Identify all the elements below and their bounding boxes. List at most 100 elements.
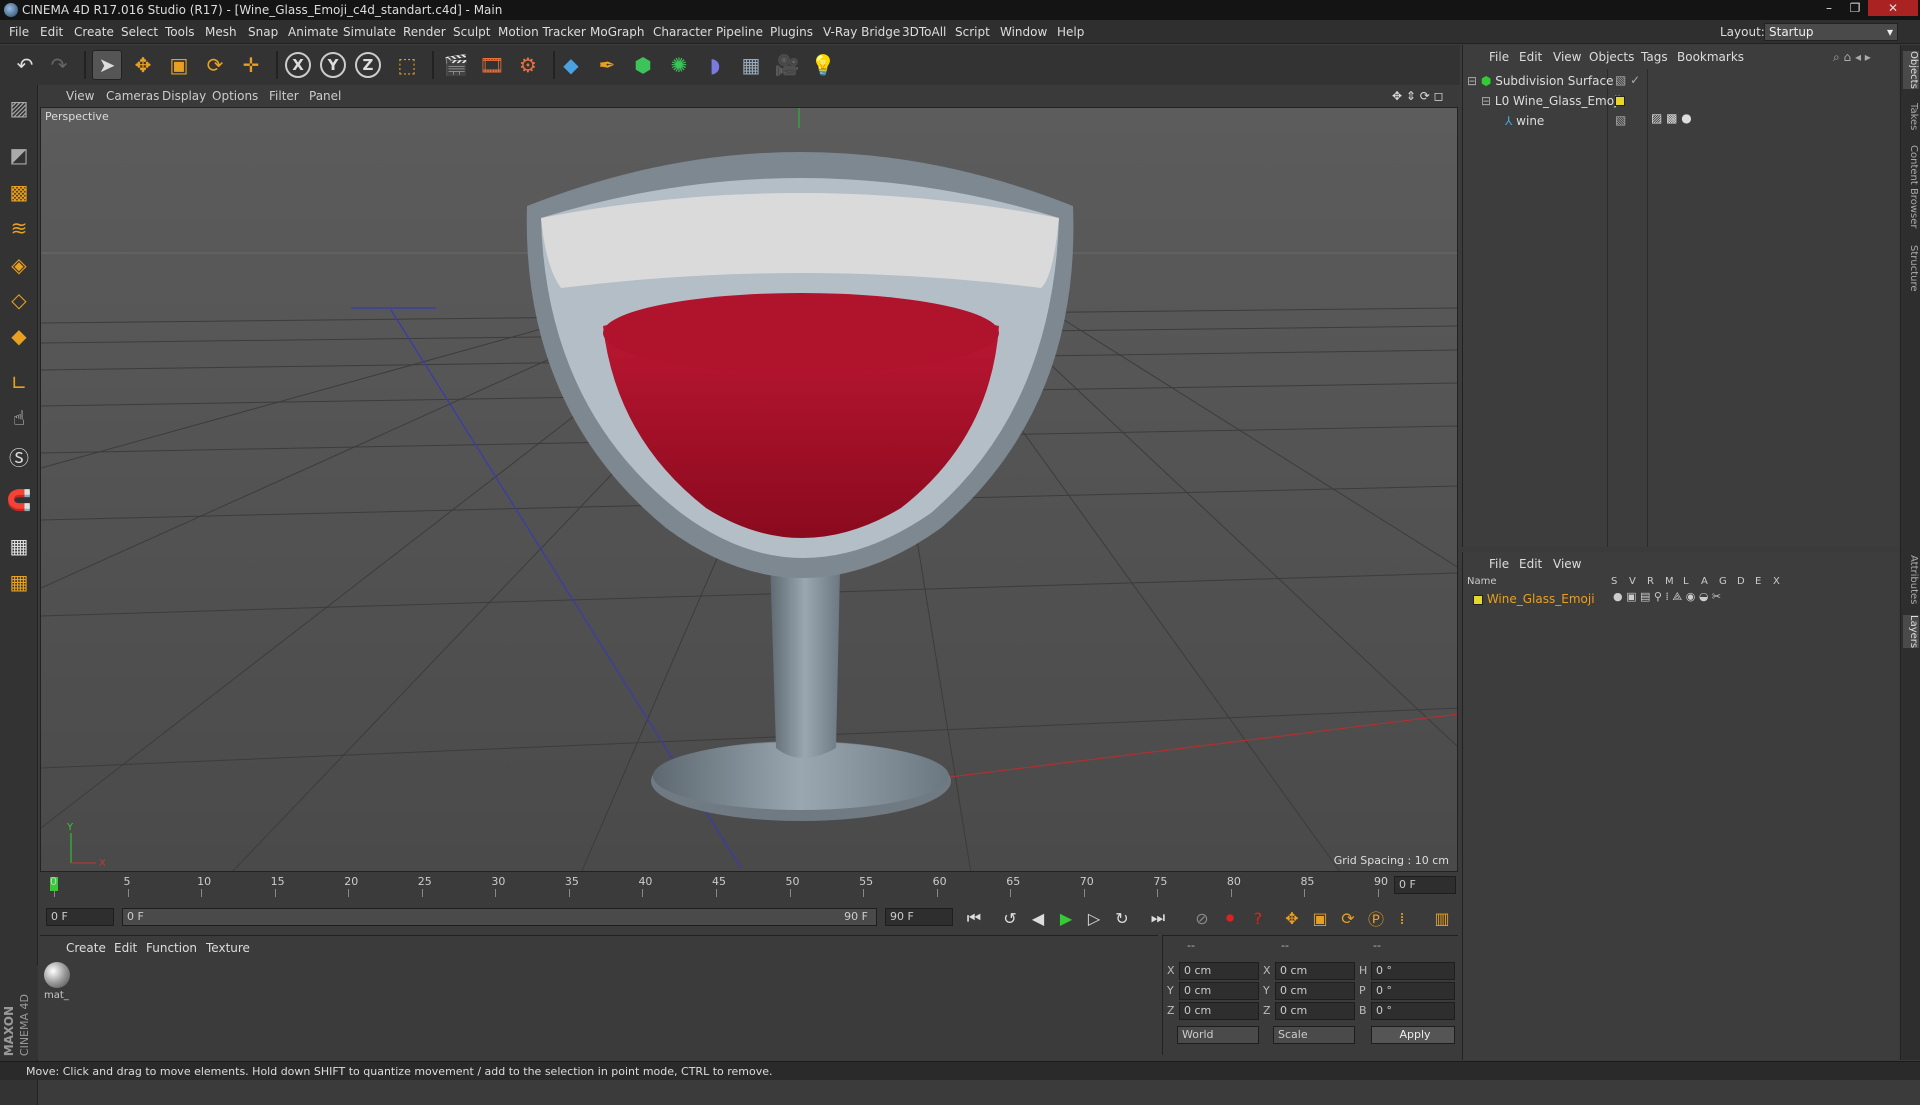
- start-frame-field[interactable]: 0 F: [46, 908, 114, 926]
- menu-mograph[interactable]: MoGraph: [590, 20, 645, 44]
- live-select-icon[interactable]: ✛: [236, 50, 266, 80]
- key-position-icon[interactable]: ✥: [1280, 906, 1304, 930]
- layer-color-tag[interactable]: [1615, 93, 1625, 107]
- menu-animate[interactable]: Animate: [288, 20, 338, 44]
- tab-objects[interactable]: Objects: [1903, 51, 1919, 89]
- redo-icon[interactable]: ↷: [44, 50, 74, 80]
- rot-h-field[interactable]: 0 °: [1371, 962, 1455, 980]
- menu-pipeline[interactable]: Pipeline: [716, 20, 763, 44]
- size-y-field[interactable]: 0 cm: [1275, 982, 1355, 1000]
- pos-z-field[interactable]: 0 cm: [1179, 1002, 1259, 1020]
- render-settings-icon[interactable]: ⚙: [513, 50, 543, 80]
- viewport-3d[interactable]: Y X Perspective Grid Spacing : 10 cm: [40, 107, 1458, 872]
- polygons-mode-icon[interactable]: ◆: [4, 321, 34, 351]
- current-frame-field[interactable]: 0 F: [1394, 876, 1456, 894]
- menu-create[interactable]: Create: [74, 20, 114, 44]
- layers-menu-file[interactable]: File: [1489, 552, 1509, 576]
- timeline-layout-icon[interactable]: ▥: [1430, 906, 1454, 930]
- prev-frame-icon[interactable]: ◀: [1026, 906, 1050, 930]
- workplane-icon[interactable]: ≋: [4, 213, 34, 243]
- snap-magnet-icon[interactable]: 🧲: [4, 485, 34, 515]
- objects-menu-objects[interactable]: Objects: [1589, 45, 1634, 69]
- menu-3dtoall[interactable]: 3DToAll: [902, 20, 946, 44]
- layer-row[interactable]: Wine_Glass_Emoji: [1473, 590, 1595, 608]
- tab-content-browser[interactable]: Content Browser: [1903, 145, 1919, 228]
- pos-x-field[interactable]: 0 cm: [1179, 962, 1259, 980]
- menu-window[interactable]: Window: [1000, 20, 1047, 44]
- key-scale-icon[interactable]: ▣: [1308, 906, 1332, 930]
- scale-icon[interactable]: ▣: [164, 50, 194, 80]
- close-button[interactable]: ✕: [1868, 0, 1918, 16]
- objects-menu-tags[interactable]: Tags: [1641, 45, 1668, 69]
- objects-menu-bookmarks[interactable]: Bookmarks: [1677, 45, 1744, 69]
- undo-icon[interactable]: ↶: [10, 50, 40, 80]
- solo-icon[interactable]: Ⓢ: [4, 441, 34, 471]
- viewport-menu-panel[interactable]: Panel: [309, 86, 341, 106]
- select-arrow-icon[interactable]: ➤: [92, 50, 122, 80]
- object-row-subdivision-surface[interactable]: ⊟ ⬢ Subdivision Surface: [1467, 72, 1614, 90]
- menu-render[interactable]: Render: [403, 20, 446, 44]
- keyframe-selection-icon[interactable]: ?: [1246, 906, 1270, 930]
- layers-menu-view[interactable]: View: [1553, 552, 1581, 576]
- cube-primitive-icon[interactable]: ◆: [556, 50, 586, 80]
- tab-structure[interactable]: Structure: [1903, 245, 1919, 292]
- search-icon[interactable]: ⌕ ⌂ ◂ ▸: [1833, 45, 1871, 69]
- object-row-wine-glass-emoji[interactable]: ⊟ L0 Wine_Glass_Emoji: [1481, 92, 1621, 110]
- phong-tag-icon[interactable]: ▧: [1615, 113, 1626, 127]
- make-editable-icon[interactable]: ▨: [4, 93, 34, 123]
- apply-button[interactable]: Apply: [1371, 1026, 1455, 1044]
- tweak-mode-icon[interactable]: ☝: [4, 403, 34, 433]
- material-thumbnail[interactable]: [44, 962, 70, 988]
- points-mode-icon[interactable]: ◈: [4, 250, 34, 280]
- x-axis-icon[interactable]: X: [285, 52, 311, 78]
- viewport-menu-display[interactable]: Display: [162, 86, 206, 106]
- objects-menu-file[interactable]: File: [1489, 45, 1509, 69]
- size-mode-select[interactable]: Scale: [1273, 1026, 1355, 1044]
- material-menu-texture[interactable]: Texture: [206, 936, 250, 960]
- menu-file[interactable]: File: [9, 20, 29, 44]
- deformer-icon[interactable]: ◗: [700, 50, 730, 80]
- size-z-field[interactable]: 0 cm: [1275, 1002, 1355, 1020]
- visibility-toggle[interactable]: ▧ ✓: [1615, 73, 1640, 87]
- material-tag-icon[interactable]: ▨ ▩ ●: [1651, 111, 1692, 125]
- viewport-menu-filter[interactable]: Filter: [269, 86, 299, 106]
- objects-menu-edit[interactable]: Edit: [1519, 45, 1542, 69]
- layer-flag-icons[interactable]: ● ▣ ▤ ⚲ ⁞ ⟁ ◉ ◒ ✂: [1613, 590, 1721, 604]
- viewport-menu-cameras[interactable]: Cameras: [106, 86, 159, 106]
- menu-plugins[interactable]: Plugins: [770, 20, 813, 44]
- z-axis-icon[interactable]: Z: [355, 52, 381, 78]
- menu-character[interactable]: Character: [653, 20, 712, 44]
- next-frame-icon[interactable]: ▷: [1082, 906, 1106, 930]
- material-name[interactable]: mat_: [44, 990, 69, 1001]
- goto-end-icon[interactable]: ⏭: [1146, 906, 1170, 930]
- menu-edit[interactable]: Edit: [40, 20, 63, 44]
- pos-y-field[interactable]: 0 cm: [1179, 982, 1259, 1000]
- viewport-nav-icons[interactable]: ✥ ⇕ ⟳ ◻: [1392, 86, 1444, 106]
- size-x-field[interactable]: 0 cm: [1275, 962, 1355, 980]
- end-frame-field[interactable]: 90 F: [885, 908, 953, 926]
- menu-tools[interactable]: Tools: [165, 20, 195, 44]
- menu-mesh[interactable]: Mesh: [205, 20, 237, 44]
- material-menu-edit[interactable]: Edit: [114, 936, 137, 960]
- model-mode-icon[interactable]: ◩: [4, 140, 34, 170]
- key-param-icon[interactable]: Ⓟ: [1364, 906, 1388, 930]
- camera-icon[interactable]: 🎥: [772, 50, 802, 80]
- tab-takes[interactable]: Takes: [1903, 103, 1919, 130]
- array-icon[interactable]: ✺: [664, 50, 694, 80]
- coordinate-system-icon[interactable]: ⬚: [392, 50, 422, 80]
- coordinate-space-select[interactable]: World: [1177, 1026, 1259, 1044]
- workplane-lock-icon[interactable]: ▦: [4, 531, 34, 561]
- record-keys-icon[interactable]: ⊘: [1190, 906, 1214, 930]
- menu-snap[interactable]: Snap: [248, 20, 278, 44]
- texture-mode-icon[interactable]: ▩: [4, 177, 34, 207]
- goto-start-icon[interactable]: ⏮: [962, 906, 986, 930]
- next-key-icon[interactable]: ↻: [1110, 906, 1134, 930]
- layers-menu-edit[interactable]: Edit: [1519, 552, 1542, 576]
- tab-layers[interactable]: Layers: [1903, 615, 1919, 649]
- layout-select[interactable]: Startup ▾: [1764, 23, 1898, 41]
- subdivision-nurbs-icon[interactable]: ⬢: [628, 50, 658, 80]
- preview-range-slider[interactable]: 0 F 90 F: [122, 908, 877, 926]
- menu-sculpt[interactable]: Sculpt: [453, 20, 490, 44]
- material-menu-create[interactable]: Create: [66, 936, 106, 960]
- move-icon[interactable]: ✥: [128, 50, 158, 80]
